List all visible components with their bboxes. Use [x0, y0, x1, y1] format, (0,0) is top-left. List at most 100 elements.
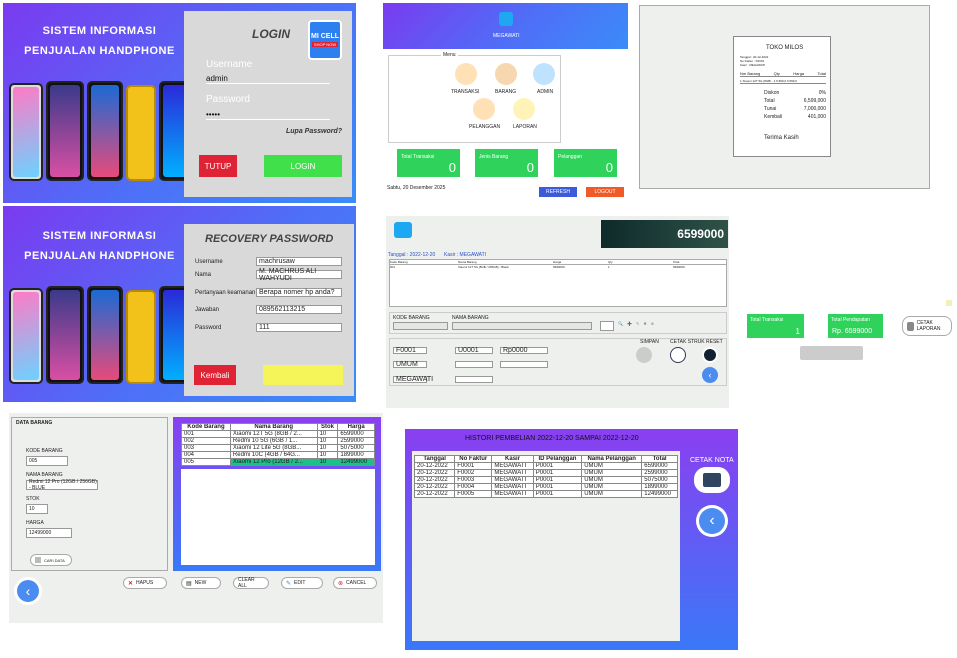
clear-all-button[interactable]: CLEAR ALL	[233, 577, 269, 589]
kode-barang-label: KODE BARANG	[393, 315, 430, 321]
kode-pelanggan-input[interactable]: Rp0000	[500, 347, 548, 354]
item-action-buttons[interactable]: 🔍 ➕ ✎ ✖ ⊗	[618, 321, 728, 331]
table-row[interactable]: 002 Redmi 10 5G (6GB / 1... 10 2599000	[181, 437, 375, 445]
recovery-username-label: Username	[195, 259, 223, 265]
store-name: TOKO MILOS	[766, 45, 804, 51]
recovery-title: RECOVERY PASSWORD	[205, 233, 334, 245]
menu-item-transaksi[interactable]: TRANSAKSI	[451, 89, 479, 95]
recovery-phones-image	[9, 286, 195, 384]
nama-admin-input: MEGAWATI	[393, 376, 433, 383]
nama-barang-input[interactable]	[452, 322, 592, 330]
new-password-input[interactable]: 111	[256, 323, 342, 332]
reset-button[interactable]	[702, 347, 718, 363]
security-question-input[interactable]: Berapa nomer hp anda?	[256, 288, 342, 297]
receipt-panel: TOKO MILOS Tanggal : 20-12-2022 No Faktur…	[639, 5, 930, 189]
username-input[interactable]: admin	[206, 74, 330, 84]
print-report-button[interactable]: CETAK LAPORAN	[902, 316, 952, 336]
transaksi-table: Kode Barang Nama Barang Harga Qty Total 001 X…	[389, 259, 727, 307]
recovery-username-input[interactable]: machrusaw	[256, 257, 342, 266]
table-row[interactable]: 20-12-2022 F0001 MEGAWATI P0001 UMUM 6599000	[413, 462, 678, 470]
qty-input[interactable]	[600, 321, 614, 331]
save-transaction-button[interactable]	[636, 347, 652, 363]
back-button[interactable]: Kembali	[194, 365, 236, 385]
barang-icon[interactable]	[495, 63, 517, 85]
stok-input[interactable]: 10	[26, 504, 48, 514]
recovery-nama-label: Nama	[195, 272, 212, 278]
harga-input[interactable]: 12499000	[26, 528, 72, 538]
stat-pelanggan: Pelanggan 0	[554, 149, 617, 177]
forgot-password-link[interactable]: Lupa Password?	[286, 128, 342, 135]
new-password-label: Password	[195, 325, 222, 331]
delete-icon: ✖	[643, 321, 647, 326]
recovery-panel: SISTEM INFORMASI PENJUALAN HANDPHONE REC…	[3, 206, 356, 402]
resize-handle[interactable]	[946, 300, 952, 306]
answer-input[interactable]: 089562113215	[256, 305, 342, 314]
table-row[interactable]: 20-12-2022 F0005 MEGAWATI P0001 UMUM 12499000	[413, 490, 678, 498]
menu-item-barang[interactable]: BARANG	[495, 89, 516, 95]
cetak-struk-label: CETAK STRUK	[670, 339, 705, 345]
kode-barang-input[interactable]	[393, 322, 448, 330]
histori-table-area: Tanggal No Faktur Kasir ID Pelanggan Nama Pe…	[412, 451, 680, 641]
kode-admin-input: U0001	[455, 347, 493, 354]
search-data-button[interactable]: CARI DATA	[30, 554, 72, 566]
print-icon[interactable]	[670, 347, 686, 363]
simpan-label: SIMPAN	[640, 339, 659, 345]
user-avatar-icon	[499, 12, 513, 26]
close-button[interactable]: TUTUP	[199, 155, 237, 177]
bayar-input[interactable]	[455, 361, 493, 368]
cancel-icon: ⊗	[650, 321, 655, 326]
back-icon[interactable]: ‹	[702, 367, 718, 383]
password-label: Password	[206, 94, 250, 105]
edit-icon: ✎	[286, 580, 292, 587]
back-icon: ‹	[699, 508, 725, 534]
username-label: Username	[206, 59, 253, 70]
user-name: MEGAWATI	[493, 33, 520, 39]
harga-label: HARGA	[26, 520, 44, 526]
histori-table: Tanggal No Faktur Kasir ID Pelanggan Nama Pe…	[413, 455, 678, 498]
transaksi-icon[interactable]	[455, 63, 477, 85]
print-nota-button[interactable]	[694, 467, 730, 493]
menu-item-pelanggan[interactable]: PELANGGAN	[469, 124, 500, 130]
edit-button[interactable]: ✎ EDIT	[281, 577, 323, 589]
new-button[interactable]: ▤ NEW	[181, 577, 221, 589]
app-logo-icon	[394, 222, 412, 238]
nama-pelanggan-input[interactable]: UMUM	[393, 361, 427, 368]
pelanggan-icon[interactable]	[473, 98, 495, 120]
table-row[interactable]: 003 Xiaomi 12 Lite 5G (8GB... 10 5075000	[181, 444, 375, 452]
table-row[interactable]: 004 Redmi 10C (4GB / 64G... 10 1899000	[181, 451, 375, 459]
menu-item-admin[interactable]: ADMIN	[537, 89, 553, 95]
table-empty-area	[181, 469, 375, 565]
phones-image	[9, 81, 195, 181]
barang-form: DATA BARANG KODE BARANG 005 NAMA BARANG …	[11, 417, 168, 571]
delete-button[interactable]: ✕ HAPUS	[123, 577, 167, 589]
menu-item-laporan[interactable]: LAPORAN	[513, 124, 537, 130]
back-button-barang[interactable]: ‹	[14, 577, 42, 605]
transaksi-row[interactable]: 001 Xiaomi 12T 5G (8GB / 256GB) - Black 65…	[390, 265, 726, 269]
nama-barang-form-input[interactable]: Redmi 12 Pro (12GB / 256GB) - BLUE	[26, 479, 98, 491]
histori-panel: HISTORI PEMBELIAN 2022-12-20 SAMPAI 2022…	[405, 429, 738, 650]
histori-back-button[interactable]: ‹	[696, 505, 728, 537]
recovery-nama-input[interactable]: M. MACHRUS ALI WAHYUDI	[256, 268, 342, 282]
menu-group: Menu TRANSAKSI BARANG ADMIN PELANGGAN LA…	[388, 52, 561, 143]
admin-icon[interactable]	[533, 63, 555, 85]
cancel-button[interactable]: ⊗ CANCEL	[333, 577, 377, 589]
table-row[interactable]: 20-12-2022 F0003 MEGAWATI P0001 UMUM 5075000	[413, 476, 678, 484]
logout-button[interactable]: LOGOUT	[586, 187, 624, 197]
login-button[interactable]: LOGIN	[264, 155, 342, 177]
answer-label: Jawaban	[195, 307, 220, 313]
kode-barang-form-input[interactable]: 005	[26, 456, 68, 466]
refresh-button[interactable]: REFRESH	[539, 187, 577, 197]
add-icon: ➕	[626, 321, 632, 326]
laporan-icon[interactable]	[513, 98, 535, 120]
save-button[interactable]: Simpan	[263, 365, 343, 385]
input-section: KODE BARANG NAMA BARANG 🔍 ➕ ✎ ✖ ⊗	[389, 312, 727, 334]
login-panel: SISTEM INFORMASI PENJUALAN HANDPHONE LOG…	[3, 3, 356, 203]
table-row-selected[interactable]: 005 Xiaomi 12 Pro (12GB / 2... 10 12499000	[181, 458, 375, 466]
table-row[interactable]: 20-12-2022 F0002 MEGAWATI P0001 UMUM 2599000	[413, 469, 678, 477]
transaksi-kasir: Kasir : MEGAWATI	[444, 252, 487, 258]
password-input[interactable]: •••••	[206, 110, 330, 120]
receipt-thanks: Terima Kasih	[764, 135, 799, 141]
table-row[interactable]: 001 Xiaomi 12T 5G (8GB / 2... 10 6599000	[181, 430, 375, 438]
kode-barang-form-label: KODE BARANG	[26, 448, 63, 454]
table-row[interactable]: 20-12-2022 F0004 MEGAWATI P0001 UMUM 1899000	[413, 483, 678, 491]
